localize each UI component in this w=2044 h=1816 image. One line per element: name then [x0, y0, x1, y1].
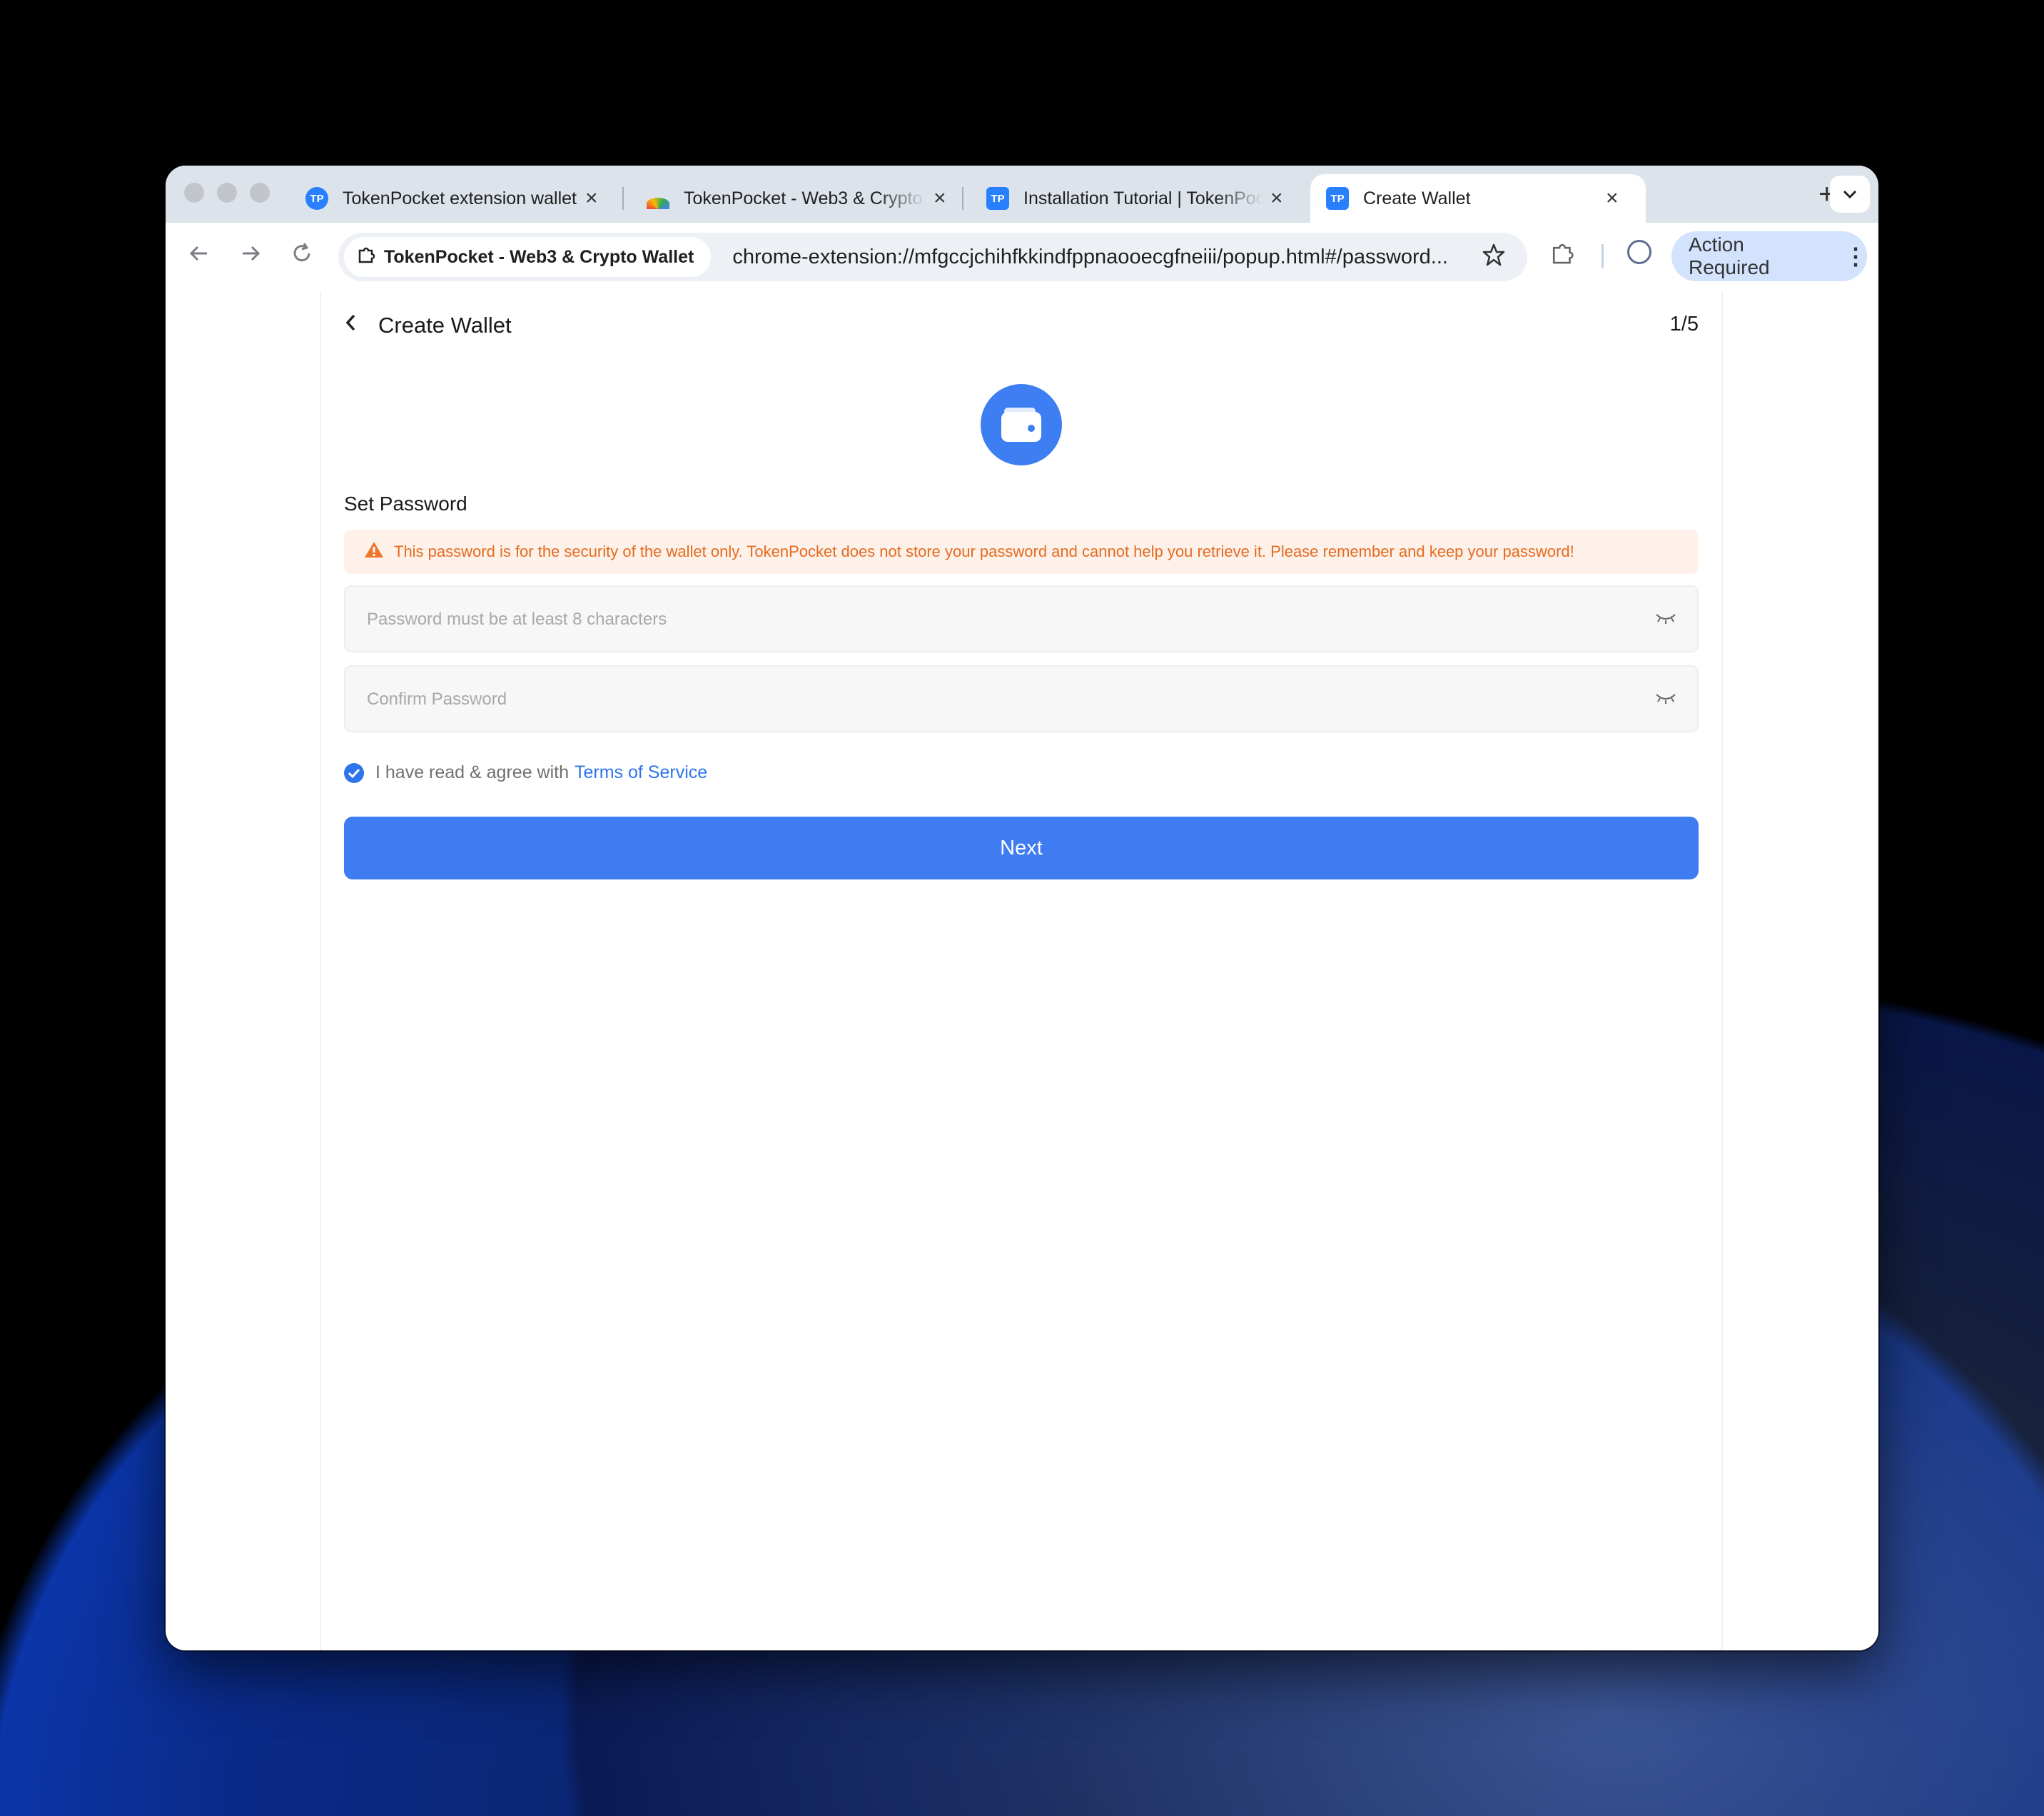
- back-chevron-icon[interactable]: [343, 310, 360, 340]
- extension-puzzle-icon: [357, 246, 375, 269]
- tab-tokenpocket-web3[interactable]: TokenPocket - Web3 & Crypto Wallet ×: [631, 174, 966, 223]
- bookmark-star-icon[interactable]: [1482, 243, 1506, 273]
- section-label: Set Password: [344, 493, 467, 515]
- forward-arrow-icon[interactable]: [238, 241, 263, 272]
- tab-search-chevron-icon[interactable]: [1830, 176, 1870, 213]
- tab-separator: [962, 187, 963, 210]
- agree-checkbox[interactable]: [344, 762, 364, 783]
- tab-tokenpocket-extension-wallet[interactable]: TP TokenPocket extension wallet ×: [290, 174, 625, 223]
- confirm-password-field[interactable]: [344, 665, 1699, 732]
- next-button[interactable]: Next: [344, 817, 1699, 879]
- tab-close-icon[interactable]: ×: [1606, 186, 1619, 211]
- eye-closed-icon[interactable]: [1654, 691, 1677, 709]
- profile-avatar-icon[interactable]: [1627, 240, 1651, 264]
- toolbar-divider: [1602, 244, 1604, 268]
- terms-agreement: I have read & agree with Terms of Servic…: [344, 762, 707, 783]
- password-input[interactable]: [365, 587, 1624, 652]
- confirm-password-input[interactable]: [365, 667, 1624, 732]
- url-text[interactable]: chrome-extension://mfgccjchihfkkindfppna…: [732, 246, 1489, 269]
- eye-closed-icon[interactable]: [1654, 611, 1677, 629]
- wallet-icon: [981, 384, 1062, 465]
- extensions-puzzle-icon[interactable]: [1550, 241, 1574, 272]
- tokenpocket-favicon-icon: TP: [1326, 187, 1349, 210]
- tab-close-icon[interactable]: ×: [1270, 186, 1283, 211]
- tab-create-wallet[interactable]: TP Create Wallet ×: [1310, 174, 1646, 223]
- page-title: Create Wallet: [378, 313, 512, 338]
- more-menu-icon[interactable]: ⋮: [1844, 243, 1867, 270]
- terms-of-service-link[interactable]: Terms of Service: [575, 762, 707, 783]
- tab-separator: [622, 187, 624, 210]
- zoom-window-button[interactable]: [250, 183, 270, 203]
- warning-triangle-icon: [364, 540, 384, 563]
- warning-banner: This password is for the security of the…: [344, 530, 1699, 574]
- reload-icon[interactable]: [290, 241, 314, 272]
- minimize-window-button[interactable]: [217, 183, 237, 203]
- wallet-panel: Create Wallet 1/5 Set Password This pass…: [320, 291, 1723, 1650]
- address-bar[interactable]: TokenPocket - Web3 & Crypto Wallet chrom…: [338, 233, 1527, 281]
- step-indicator: 1/5: [1669, 313, 1699, 336]
- tab-close-icon[interactable]: ×: [585, 186, 598, 211]
- page-content: Create Wallet 1/5 Set Password This pass…: [166, 291, 1878, 1650]
- agree-text: I have read & agree with: [375, 762, 569, 782]
- browser-toolbar: TokenPocket - Web3 & Crypto Wallet chrom…: [166, 223, 1878, 293]
- tokenpocket-favicon-icon: TP: [986, 187, 1009, 210]
- tokenpocket-favicon-icon: TP: [305, 187, 328, 210]
- back-arrow-icon[interactable]: [187, 241, 211, 272]
- close-window-button[interactable]: [184, 183, 204, 203]
- browser-window: TP TokenPocket extension wallet × TokenP…: [166, 166, 1878, 1650]
- tab-strip: TP TokenPocket extension wallet × TokenP…: [166, 166, 1878, 223]
- tab-installation-tutorial[interactable]: TP Installation Tutorial | TokenPocket ×: [971, 174, 1306, 223]
- password-field[interactable]: [344, 585, 1699, 652]
- rainbow-favicon-icon: [647, 198, 669, 209]
- site-info-chip[interactable]: TokenPocket - Web3 & Crypto Wallet: [344, 237, 712, 277]
- action-required-button[interactable]: Action Required ⋮: [1671, 231, 1867, 281]
- tab-close-icon[interactable]: ×: [934, 186, 946, 211]
